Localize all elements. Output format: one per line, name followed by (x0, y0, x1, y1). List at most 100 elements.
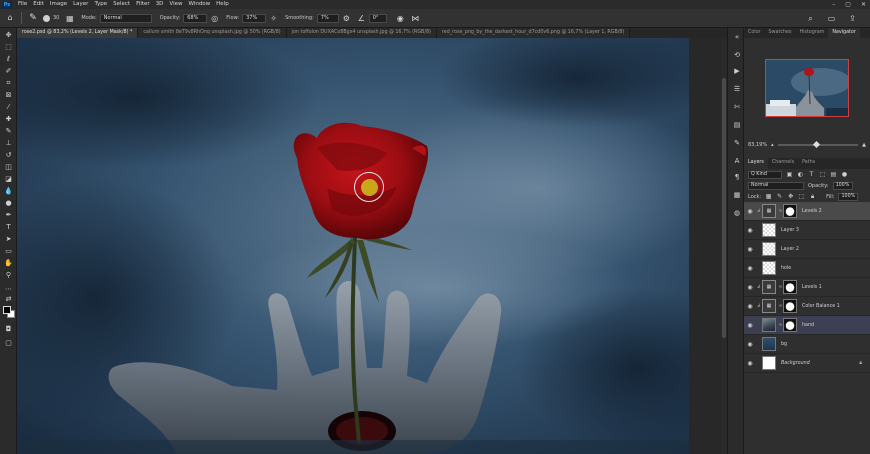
layer-row[interactable]: ◉ ∞ hand (744, 316, 870, 335)
zoom-value[interactable]: 83,19% (748, 142, 767, 148)
tab-histogram[interactable]: Histogram (795, 28, 828, 38)
menu-help[interactable]: Help (213, 0, 232, 9)
document-canvas[interactable] (17, 38, 689, 454)
zoom-slider-knob[interactable] (812, 140, 820, 149)
share-icon[interactable]: ⇪ (847, 13, 858, 24)
angle-icon[interactable]: ∠ (356, 13, 367, 24)
layer-mask-thumbnail[interactable] (783, 204, 797, 218)
layer-blend-mode[interactable]: Normal (748, 181, 804, 190)
adjustments-panel-icon[interactable]: ✄ (732, 102, 742, 112)
visibility-eye-icon[interactable]: ◉ (744, 303, 756, 310)
actions-panel-icon[interactable]: ▶ (732, 66, 742, 76)
menu-window[interactable]: Window (185, 0, 213, 9)
scrollbar-thumb[interactable] (722, 78, 726, 338)
layer-mask-thumbnail[interactable] (783, 318, 797, 332)
document-tab[interactable]: rose2.psd @ 83,2% (Levels 2, Layer Mask/… (17, 28, 139, 38)
screen-mode-icon[interactable]: ▢ (3, 338, 14, 348)
filter-type-icon[interactable]: T (808, 171, 815, 178)
pressure-opacity-icon[interactable]: ◎ (209, 13, 220, 24)
menu-image[interactable]: Image (47, 0, 70, 9)
zoom-slider[interactable] (777, 140, 859, 149)
lock-position-icon[interactable]: ✥ (787, 193, 794, 200)
layer-row[interactable]: ◉ bg (744, 335, 870, 354)
smoothing-field[interactable]: 7% (316, 13, 339, 23)
quick-mask-icon[interactable]: ◘ (3, 324, 14, 334)
layer-row[interactable]: ◉ Background 🔒︎ (744, 354, 870, 373)
layer-thumbnail[interactable]: ▦ (762, 299, 776, 313)
smoothing-settings-icon[interactable]: ⚙ (341, 13, 352, 24)
character-panel-icon[interactable]: A (732, 156, 742, 166)
move-tool-icon[interactable]: ✥ (3, 30, 14, 40)
tab-swatches[interactable]: Swatches (765, 28, 796, 38)
layer-mask-thumbnail[interactable] (783, 299, 797, 313)
brush-tool-icon[interactable]: ✎ (27, 12, 39, 24)
styles-panel-icon[interactable]: ◍ (732, 208, 742, 218)
menu-type[interactable]: Type (91, 0, 110, 9)
layer-row[interactable]: ◉ ↲ ▦ ∞ Levels 2 (744, 202, 870, 221)
home-icon[interactable]: ⌂ (4, 13, 16, 23)
layer-fill-field[interactable]: 100% (838, 192, 859, 201)
hand-tool-icon[interactable]: ✋ (3, 258, 14, 268)
layer-thumbnail[interactable] (762, 242, 776, 256)
visibility-eye-icon[interactable]: ◉ (744, 360, 756, 367)
visibility-eye-icon[interactable]: ◉ (744, 265, 756, 272)
search-icon[interactable]: ⌕ (805, 13, 816, 24)
layer-thumbnail[interactable] (762, 261, 776, 275)
lock-image-icon[interactable]: ✎ (776, 193, 783, 200)
document-tab[interactable]: jon toffolon DUXACo8Bgx4 unsplash.jpg @ … (286, 28, 437, 38)
layer-name[interactable]: hand (802, 323, 814, 328)
layer-name[interactable]: Levels 2 (802, 209, 822, 214)
filter-adjustment-icon[interactable]: ◐ (797, 171, 804, 178)
visibility-eye-icon[interactable]: ◉ (744, 284, 756, 291)
history-brush-tool-icon[interactable]: ↺ (3, 150, 14, 160)
layer-thumbnail[interactable] (762, 223, 776, 237)
lock-artboard-icon[interactable]: ⬚ (798, 193, 805, 200)
menu-layer[interactable]: Layer (70, 0, 91, 9)
path-select-tool-icon[interactable]: ➤ (3, 234, 14, 244)
libraries-panel-icon[interactable]: ▤ (732, 120, 742, 130)
expand-panels-icon[interactable]: « (732, 32, 742, 42)
layer-name[interactable]: Layer 3 (781, 228, 799, 233)
blur-tool-icon[interactable]: 💧 (3, 186, 14, 196)
layer-name[interactable]: Layer 2 (781, 247, 799, 252)
eyedropper-tool-icon[interactable]: ⁄ (3, 102, 14, 112)
foreground-color-swatch[interactable] (3, 306, 11, 314)
dodge-tool-icon[interactable]: ● (3, 198, 14, 208)
crop-tool-icon[interactable]: ⌗ (3, 78, 14, 88)
minimize-button[interactable]: – (832, 1, 835, 8)
layer-mask-thumbnail[interactable] (783, 280, 797, 294)
close-button[interactable]: ✕ (861, 1, 866, 8)
filter-toggle-icon[interactable]: ● (841, 171, 848, 178)
menu-filter[interactable]: Filter (133, 0, 153, 9)
filter-smart-object-icon[interactable]: ▤ (830, 171, 837, 178)
gradient-tool-icon[interactable]: ◪ (3, 174, 14, 184)
layer-thumbnail[interactable] (762, 337, 776, 351)
symmetry-icon[interactable]: ⋈ (410, 13, 421, 24)
swap-colors-icon[interactable]: ⇄ (3, 294, 14, 304)
layer-name[interactable]: bg (781, 342, 787, 347)
layer-thumbnail[interactable]: ▦ (762, 280, 776, 294)
brush-tool-icon[interactable]: ✎ (3, 126, 14, 136)
layer-row[interactable]: ◉ Layer 2 (744, 240, 870, 259)
frame-tool-icon[interactable]: ⊠ (3, 90, 14, 100)
document-tab[interactable]: callum smith 8eT9v8RhOnq unsplash.jpg @ … (138, 28, 287, 38)
tab-layers[interactable]: Layers (744, 158, 768, 169)
marquee-tool-icon[interactable]: ⬚ (3, 42, 14, 52)
zoom-tool-icon[interactable]: ⚲ (3, 270, 14, 280)
layer-thumbnail[interactable] (762, 318, 776, 332)
document-tab[interactable]: red_rose_png_by_the_darkest_hour_d7cd0v6… (436, 28, 631, 38)
layer-kind-filter[interactable]: Q Kind (748, 170, 782, 179)
angle-field[interactable]: 0° (368, 13, 387, 23)
paragraph-panel-icon[interactable]: ¶ (732, 172, 742, 182)
tab-navigator[interactable]: Navigator (828, 28, 860, 38)
layer-row[interactable]: ◉ Layer 3 (744, 221, 870, 240)
tab-paths[interactable]: Paths (798, 158, 819, 169)
opacity-field[interactable]: 68% (183, 13, 208, 23)
menu-select[interactable]: Select (110, 0, 133, 9)
visibility-eye-icon[interactable]: ◉ (744, 322, 756, 329)
airbrush-icon[interactable]: ✧ (268, 13, 279, 24)
filter-pixel-icon[interactable]: ▣ (786, 171, 793, 178)
pen-tool-icon[interactable]: ✒ (3, 210, 14, 220)
lock-all-icon[interactable]: 🔒︎ (809, 193, 816, 200)
layer-name[interactable]: Levels 1 (802, 285, 822, 290)
